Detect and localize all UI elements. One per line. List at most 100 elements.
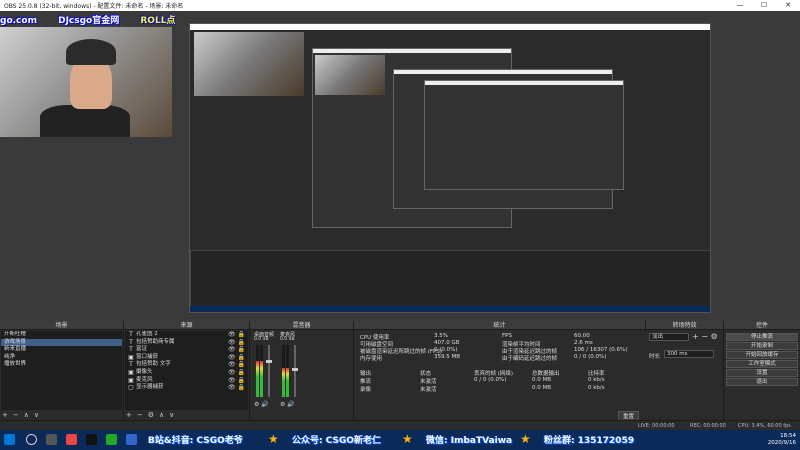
- stats-title: 统计: [354, 321, 645, 330]
- person-shirt: [40, 105, 130, 137]
- windows-taskbar: B站&抖音: CSGO老爷 ★ 公众号: CSGO新老仁 ★ 微信: ImbaT…: [0, 430, 800, 450]
- chrome-icon[interactable]: [66, 434, 77, 445]
- clock-time: 18:54: [780, 433, 796, 439]
- visibility-lock-icons[interactable]: 👁 🔒: [228, 384, 245, 392]
- stat-header: 总数据输出: [532, 371, 560, 377]
- visibility-lock-icons[interactable]: 👁 🔒: [228, 369, 245, 377]
- source-tool-button[interactable]: ∨: [169, 411, 174, 419]
- stat-output-cell: 0.0 MB: [532, 377, 552, 383]
- scene-tool-button[interactable]: +: [2, 411, 8, 419]
- transition-select[interactable]: 淡出: [649, 333, 689, 341]
- stat-header: 丢弃的帧 (网络): [474, 371, 514, 377]
- stat-cell: 由于编码延迟跳过的帧: [502, 356, 558, 362]
- source-type-icon: T: [129, 338, 133, 346]
- volume-meter: [286, 345, 289, 397]
- stat-cell: 2.6 ms: [574, 340, 593, 346]
- mixer-channel: 桌面音频 0.0 dB ⚙ 🔊: [254, 331, 278, 409]
- source-type-icon: T: [129, 346, 133, 354]
- webcam-feed: [0, 27, 172, 137]
- sources-toolbar: + − ⚙ ∧ ∨: [126, 411, 174, 419]
- ticker-fan-group: 粉丝群: 135172059: [544, 436, 635, 446]
- volume-slider[interactable]: [292, 345, 298, 397]
- source-tool-button[interactable]: −: [137, 411, 143, 419]
- stat-cell: 0 (0.0%): [434, 347, 458, 353]
- banner-right: ROLL点: [140, 16, 176, 26]
- stat-output-cell: 0 kb/s: [588, 385, 605, 391]
- sources-list: T 孔雀图 2 👁 🔒 T 包括赞助商专属 👁 🔒 T 富证 👁 🔒 ▣ 窗口捕获 👁 🔒 T 包括赞助 …: [125, 331, 248, 410]
- stat-cell: 407.0 GB: [434, 340, 460, 346]
- stat-cell: 0 / 0 (0.0%): [574, 354, 607, 360]
- scene-tool-button[interactable]: ∧: [24, 411, 29, 419]
- stat-output-cell: 0.0 MB: [532, 385, 552, 391]
- scene-tool-button[interactable]: −: [13, 411, 19, 419]
- volume-knob[interactable]: [266, 360, 272, 363]
- maximize-button[interactable]: ☐: [752, 0, 776, 11]
- source-label: 包括赞助 文字: [136, 361, 171, 368]
- cpu-status: CPU: 3.4%, 60.00 fps: [738, 423, 791, 429]
- sources-panel: 来源 T 孔雀图 2 👁 🔒 T 包括赞助商专属 👁 🔒 T 富证 👁 🔒 ▣ 窗口捕获 👁 🔒 T 包括…: [124, 321, 250, 420]
- start-icon[interactable]: [4, 434, 15, 445]
- source-item[interactable]: T 富证 👁 🔒: [125, 346, 248, 354]
- scenes-toolbar: + − ∧ ∨: [2, 411, 39, 419]
- control-button[interactable]: 工作室模式: [726, 360, 798, 368]
- nested-obs-window: [189, 23, 711, 313]
- scene-tool-button[interactable]: ∨: [34, 411, 39, 419]
- stat-output-cell: 0 / 0 (0.0%): [474, 377, 507, 383]
- qq-icon[interactable]: [86, 434, 97, 445]
- scene-item[interactable]: 新来直播: [1, 346, 122, 354]
- stat-cell: 3.5%: [434, 333, 448, 339]
- control-button[interactable]: 退出: [726, 378, 798, 386]
- nested-level-3: [393, 69, 624, 209]
- control-button[interactable]: 停止推流: [726, 333, 798, 341]
- control-button[interactable]: 设置: [726, 369, 798, 377]
- control-button[interactable]: 开始回放缓存: [726, 351, 798, 359]
- app-icon[interactable]: [126, 434, 137, 445]
- control-button[interactable]: 开始录制: [726, 342, 798, 350]
- scene-item[interactable]: 开斯吐槽: [1, 331, 122, 339]
- sources-title: 来源: [124, 321, 249, 330]
- transition-tools[interactable]: + − ⚙: [692, 332, 718, 341]
- wechat-icon[interactable]: [106, 434, 117, 445]
- controls-title: 控件: [724, 321, 800, 330]
- minimize-button[interactable]: —: [728, 0, 752, 11]
- search-icon[interactable]: [26, 434, 37, 445]
- mixer-channel-db: 0.0 dB: [280, 337, 295, 342]
- nested-webcam: [194, 32, 304, 96]
- scene-item[interactable]: 播放世界: [1, 361, 122, 369]
- visibility-lock-icons[interactable]: 👁 🔒: [228, 346, 245, 354]
- volume-slider[interactable]: [266, 345, 272, 397]
- ticker-wechat-public: 公众号: CSGO新老仁: [292, 436, 382, 446]
- banner-left: go.com: [0, 16, 37, 26]
- mixer-channel-db: 0.0 dB: [254, 337, 269, 342]
- source-tool-button[interactable]: +: [126, 411, 132, 419]
- source-item[interactable]: ▢ 显示器捕获 👁 🔒: [125, 384, 248, 392]
- stat-header: 比特率: [588, 371, 605, 377]
- source-item[interactable]: T 包括赞助 文字 👁 🔒: [125, 361, 248, 369]
- duration-input[interactable]: 300 ms: [664, 350, 714, 358]
- volume-meter: [256, 345, 259, 397]
- source-label: 显示器捕获: [136, 384, 164, 391]
- close-button[interactable]: ✕: [776, 0, 800, 11]
- source-item[interactable]: T 孔雀图 2 👁 🔒: [125, 331, 248, 339]
- taskbar-clock[interactable]: 18:54 2020/9/16: [768, 433, 796, 447]
- source-tool-button[interactable]: ∧: [159, 411, 164, 419]
- nested-webcam-2: [315, 55, 385, 95]
- source-type-icon: ▣: [128, 353, 134, 361]
- source-item[interactable]: ▣ 摄像头 👁 🔒: [125, 369, 248, 377]
- channel-settings-icons[interactable]: ⚙ 🔊: [280, 401, 295, 408]
- source-tool-button[interactable]: ⚙: [148, 411, 154, 419]
- mixer-title: 混音器: [250, 321, 353, 330]
- preview-canvas[interactable]: go.com DJcsgo官金网 ROLL点: [0, 11, 800, 321]
- taskview-icon[interactable]: [46, 434, 57, 445]
- visibility-lock-icons[interactable]: 👁 🔒: [228, 331, 245, 339]
- source-label: 孔雀图 2: [136, 331, 158, 337]
- source-type-icon: ▣: [128, 376, 134, 384]
- visibility-lock-icons[interactable]: 👁 🔒: [228, 361, 245, 369]
- channel-settings-icons[interactable]: ⚙ 🔊: [254, 401, 269, 408]
- source-label: 富证: [136, 346, 148, 353]
- rec-status: REC: 00:00:00: [690, 423, 726, 429]
- volume-knob[interactable]: [292, 367, 298, 371]
- transitions-panel: 转场特效 淡出 + − ⚙ 时长 300 ms: [646, 321, 724, 420]
- stat-cell: 60.00: [574, 333, 590, 339]
- ticker-wechat: 微信: ImbaTVaiwa: [426, 436, 513, 446]
